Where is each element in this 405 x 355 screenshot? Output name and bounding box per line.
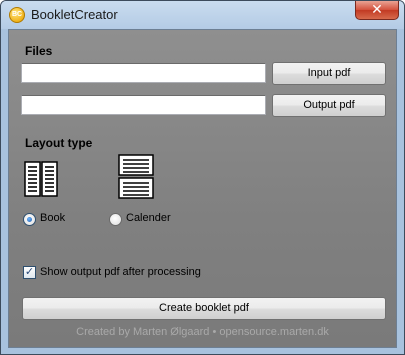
show-output-checkbox[interactable]: ✓ bbox=[23, 266, 36, 279]
app-logo-icon: BC bbox=[9, 7, 25, 23]
calendar-radio-label[interactable]: Calender bbox=[126, 212, 171, 224]
output-pdf-button[interactable]: Output pdf bbox=[272, 94, 386, 117]
files-section-label: Files bbox=[25, 44, 53, 58]
book-radio-label[interactable]: Book bbox=[40, 212, 65, 224]
window-title: BookletCreator bbox=[31, 7, 118, 22]
title-bar[interactable]: BC BookletCreator ✕ bbox=[1, 1, 404, 29]
close-button[interactable]: ✕ bbox=[355, 1, 399, 20]
calendar-radio[interactable] bbox=[109, 213, 122, 226]
book-layout-icon bbox=[24, 161, 58, 197]
input-pdf-button[interactable]: Input pdf bbox=[272, 62, 386, 85]
main-panel: Files Input pdf Output pdf Layout type B… bbox=[8, 29, 397, 348]
output-pdf-field[interactable] bbox=[21, 95, 266, 115]
show-output-label[interactable]: Show output pdf after processing bbox=[40, 266, 201, 278]
create-booklet-button[interactable]: Create booklet pdf bbox=[22, 297, 386, 320]
input-pdf-field[interactable] bbox=[21, 63, 266, 83]
layout-type-section-label: Layout type bbox=[25, 136, 93, 150]
calendar-layout-icon bbox=[118, 154, 154, 199]
app-window: BC BookletCreator ✕ Files Input pdf Outp… bbox=[0, 0, 405, 355]
credit-footer: Created by Marten Ølgaard • opensource.m… bbox=[76, 326, 329, 338]
book-radio[interactable] bbox=[23, 213, 36, 226]
